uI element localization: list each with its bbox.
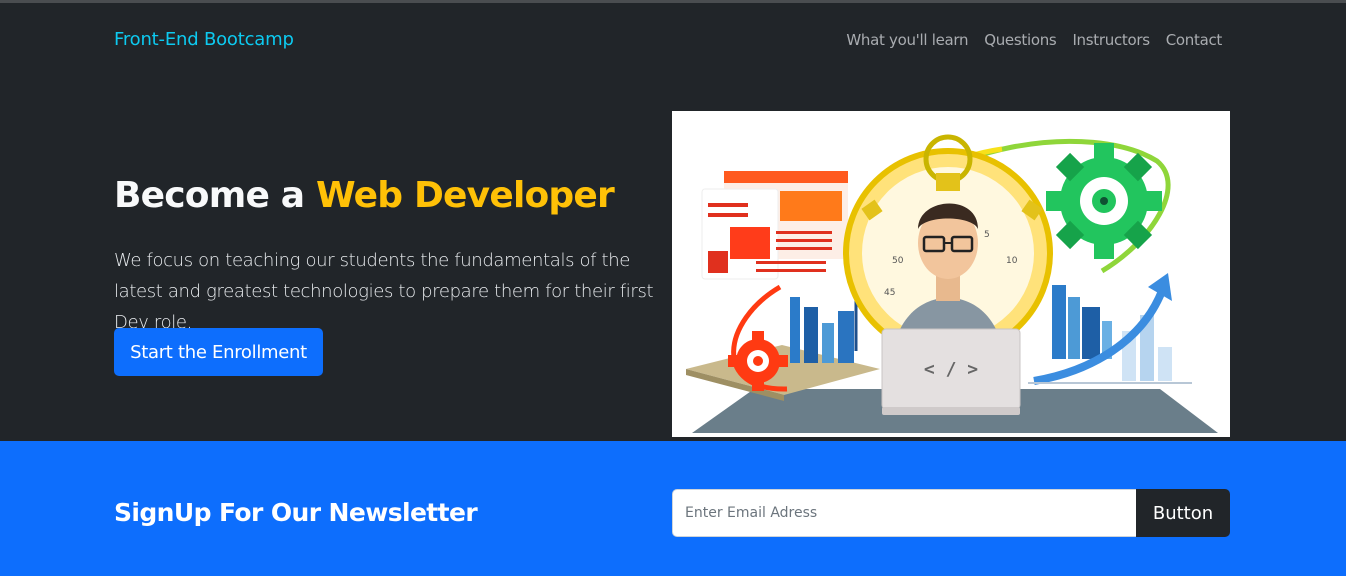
email-input[interactable] [672,489,1138,537]
laptop-icon: < / > [881,328,1021,415]
stopwatch-label-45: 45 [884,288,895,298]
hero-description: We focus on teaching our students the fu… [114,250,654,333]
hero-title-accent: Web Developer [316,175,615,216]
nav-links: What you'll learn Questions Instructors … [846,31,1222,49]
navbar: Front-End Bootcamp What you'll learn Que… [0,3,1346,77]
nav-link-instructors[interactable]: Instructors [1072,31,1150,49]
hero-title-prefix: Become a [114,175,317,216]
newsletter-submit-button[interactable]: Button [1136,489,1230,537]
hero-title: Become a Web Developer [114,175,615,216]
hero-section: Become a Web Developer We focus on teach… [0,77,1346,441]
stopwatch-label-50: 50 [892,256,904,266]
newsletter-title: SignUp For Our Newsletter [114,498,478,527]
nav-link-contact[interactable]: Contact [1166,31,1223,49]
nav-link-what-youll-learn[interactable]: What you'll learn [846,31,968,49]
start-enrollment-button[interactable]: Start the Enrollment [114,328,323,376]
hero-illustration: 55 5 50 10 45 [672,111,1230,437]
stopwatch-label-5: 5 [984,230,990,240]
developer-illustration-svg: 55 5 50 10 45 [686,134,1218,433]
nav-link-questions[interactable]: Questions [984,31,1057,49]
skyline [790,297,800,363]
brand-link[interactable]: Front-End Bootcamp [114,29,294,50]
laptop-code-text: < / > [924,359,978,380]
green-gear-icon [1046,143,1162,259]
newsletter-section: SignUp For Our Newsletter Button [0,441,1346,576]
stopwatch-label-10: 10 [1006,256,1018,266]
